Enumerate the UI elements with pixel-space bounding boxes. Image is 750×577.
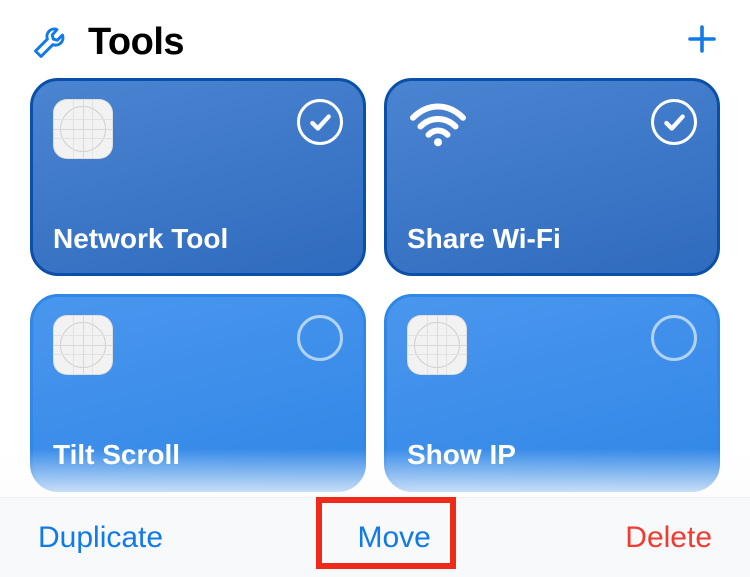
shortcut-card-show-ip[interactable]: Show IP — [384, 294, 720, 492]
card-top-row — [407, 99, 697, 154]
card-top-row — [53, 315, 343, 375]
shortcut-card-tilt-scroll[interactable]: Tilt Scroll — [30, 294, 366, 492]
app-icon — [53, 315, 113, 375]
card-top-row — [407, 315, 697, 375]
header-left: Tools — [30, 18, 184, 67]
app-icon — [407, 315, 467, 375]
shortcut-card-share-wifi[interactable]: Share Wi-Fi — [384, 78, 720, 276]
card-title: Tilt Scroll — [53, 439, 343, 471]
delete-button[interactable]: Delete — [625, 521, 712, 555]
add-button[interactable] — [684, 21, 720, 65]
app-icon — [53, 99, 113, 159]
unselected-circle-icon[interactable] — [651, 315, 697, 361]
card-title: Network Tool — [53, 223, 343, 255]
shortcut-card-network-tool[interactable]: Network Tool — [30, 78, 366, 276]
header: Tools — [0, 0, 750, 71]
move-button[interactable]: Move — [358, 521, 431, 555]
action-toolbar: Duplicate Move Delete — [0, 497, 750, 577]
duplicate-button[interactable]: Duplicate — [38, 521, 163, 555]
unselected-circle-icon[interactable] — [297, 315, 343, 361]
screen: Tools Network Tool — [0, 0, 750, 577]
card-title: Share Wi-Fi — [407, 223, 697, 255]
selected-check-icon[interactable] — [651, 99, 697, 145]
card-top-row — [53, 99, 343, 159]
page-title: Tools — [88, 21, 184, 64]
wrench-icon — [30, 18, 74, 67]
wifi-icon — [407, 99, 469, 154]
selected-check-icon[interactable] — [297, 99, 343, 145]
shortcut-grid: Network Tool Share Wi-Fi — [30, 78, 720, 492]
card-title: Show IP — [407, 439, 697, 471]
